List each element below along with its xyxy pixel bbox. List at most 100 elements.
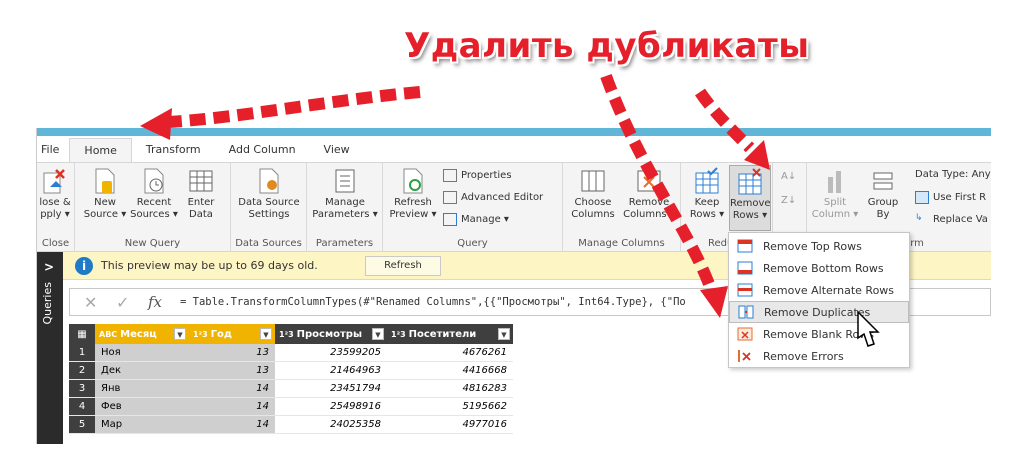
remove-bottom-rows-icon (737, 261, 753, 275)
confirm-icon[interactable]: ✓ (116, 293, 129, 312)
menu-remove-duplicates[interactable]: Remove Duplicates (729, 301, 909, 323)
remove-errors-icon (738, 350, 751, 362)
table-cell-views[interactable]: 24025358 (275, 416, 387, 434)
table-cell-year[interactable]: 14 (189, 416, 275, 434)
refresh-icon (403, 168, 423, 194)
info-refresh-button[interactable]: Refresh (365, 256, 441, 276)
enter-data-button[interactable]: Enter Data (181, 167, 221, 221)
data-source-label-1: Data Source (238, 197, 300, 208)
column-header-year[interactable]: 1²3 Год ▼ (189, 324, 275, 344)
type-text-icon: ABC (99, 329, 118, 339)
table-cell-visitors[interactable]: 4977016 (387, 416, 513, 434)
table-menu-icon[interactable]: ▦ (69, 324, 95, 344)
use-first-row-button[interactable]: Use First R (915, 191, 986, 204)
column-header-month-label: Месяц (120, 328, 157, 340)
filter-dropdown-icon[interactable]: ▼ (372, 328, 384, 340)
group-label-new-query: New Query (124, 238, 181, 249)
column-header-month[interactable]: ABC Месяц ▼ (95, 324, 189, 344)
manage-parameters-button[interactable]: Manage Parameters ▾ (311, 167, 379, 221)
group-label-manage-columns: Manage Columns (578, 238, 665, 249)
keep-rows-button[interactable]: Keep Rows ▾ (687, 167, 727, 221)
menu-remove-blank-rows[interactable]: Remove Blank Rows (729, 323, 909, 345)
cancel-icon[interactable]: ✕ (84, 293, 97, 312)
table-cell-month[interactable]: Дек (95, 362, 189, 380)
sort-descending-icon[interactable]: Z↓ (781, 195, 796, 206)
menu-label: Remove Blank Rows (763, 327, 874, 341)
formula-input[interactable]: = Table.TransformColumnTypes(#"Renamed C… (180, 296, 686, 308)
group-new-query: New Source ▾ Recent Sources ▾ Enter Data… (75, 163, 231, 251)
new-source-button[interactable]: New Source ▾ (83, 167, 127, 221)
table-cell-visitors[interactable]: 5195662 (387, 398, 513, 416)
remove-top-rows-icon (737, 239, 753, 253)
menu-remove-bottom-rows[interactable]: Remove Bottom Rows (729, 257, 909, 279)
filter-dropdown-icon[interactable]: ▼ (260, 328, 272, 340)
menu-label: Remove Bottom Rows (763, 261, 884, 275)
table-cell-views[interactable]: 23451794 (275, 380, 387, 398)
tab-transform[interactable]: Transform (132, 138, 215, 162)
info-text: This preview may be up to 69 days old. (101, 259, 318, 272)
split-column-button[interactable]: Split Column ▾ (811, 167, 859, 221)
group-by-button[interactable]: Group By (863, 167, 903, 221)
table-cell-month[interactable]: Мар (95, 416, 189, 434)
recent-sources-label-1: Recent (136, 197, 172, 208)
data-source-settings-button[interactable]: Data Source Settings (235, 167, 303, 221)
menu-label: Remove Alternate Rows (763, 283, 895, 297)
menu-label: Remove Top Rows (763, 239, 862, 253)
choose-columns-label-2: Columns (571, 209, 615, 220)
remove-blank-rows-icon (737, 327, 753, 341)
table-icon (189, 170, 213, 192)
manage-query-button[interactable]: Manage ▾ (443, 213, 509, 226)
filter-dropdown-icon[interactable]: ▼ (498, 328, 510, 340)
table-cell-views[interactable]: 21464963 (275, 362, 387, 380)
queries-panel[interactable]: > Queries (37, 252, 63, 444)
table-cell-year[interactable]: 14 (189, 398, 275, 416)
table-cell-month[interactable]: Фев (95, 398, 189, 416)
sort-ascending-icon[interactable]: A↓ (781, 171, 796, 182)
column-header-visitors[interactable]: 1²3 Посетители ▼ (387, 324, 513, 344)
table-cell-views[interactable]: 23599205 (275, 344, 387, 362)
remove-columns-button[interactable]: Remove Columns ▾ (621, 167, 677, 221)
group-by-icon (873, 172, 893, 190)
group-by-label-1: Group (867, 197, 899, 208)
tab-file[interactable]: File (37, 138, 70, 162)
tab-add-column[interactable]: Add Column (215, 138, 310, 162)
menu-remove-alternate-rows[interactable]: Remove Alternate Rows (729, 279, 909, 301)
menu-remove-top-rows[interactable]: Remove Top Rows (729, 235, 909, 257)
table-cell-year[interactable]: 13 (189, 344, 275, 362)
recent-sources-button[interactable]: Recent Sources ▾ (129, 167, 179, 221)
table-cell-visitors[interactable]: 4816283 (387, 380, 513, 398)
table-cell-month[interactable]: Ноя (95, 344, 189, 362)
table-cell-year[interactable]: 14 (189, 380, 275, 398)
use-first-row-icon (915, 191, 929, 204)
properties-button[interactable]: Properties (443, 169, 512, 182)
properties-label: Properties (461, 170, 512, 181)
close-apply-button[interactable]: lose & pply ▾ (37, 167, 73, 221)
table-cell-views[interactable]: 25498916 (275, 398, 387, 416)
replace-values-label: Replace Va (933, 214, 988, 225)
row-number: 2 (69, 362, 95, 380)
replace-values-button[interactable]: ↳ Replace Va (915, 213, 988, 226)
filter-dropdown-icon[interactable]: ▼ (174, 328, 186, 340)
data-type-dropdown[interactable]: Data Type: Any (915, 169, 991, 180)
group-parameters: Manage Parameters ▾ Parameters (307, 163, 383, 251)
refresh-preview-button[interactable]: Refresh Preview ▾ (389, 167, 437, 221)
properties-icon (443, 169, 457, 182)
table-cell-visitors[interactable]: 4416668 (387, 362, 513, 380)
table-cell-year[interactable]: 13 (189, 362, 275, 380)
remove-columns-label-2: Columns ▾ (623, 209, 675, 220)
manage-parameters-label-1: Manage (325, 197, 365, 208)
menu-remove-errors[interactable]: Remove Errors (729, 345, 909, 367)
split-label-2: Column ▾ (811, 209, 859, 220)
tab-view[interactable]: View (310, 138, 364, 162)
advanced-editor-button[interactable]: Advanced Editor (443, 191, 543, 204)
choose-columns-button[interactable]: Choose Columns (567, 167, 619, 221)
column-header-views[interactable]: 1²3 Просмотры ▼ (275, 324, 387, 344)
remove-rows-button[interactable]: Remove Rows ▾ (729, 165, 771, 231)
expand-chevron-icon[interactable]: > (44, 260, 54, 274)
table-cell-month[interactable]: Янв (95, 380, 189, 398)
screenshot-stage: File Home Transform Add Column View lose… (0, 0, 1018, 474)
table-cell-visitors[interactable]: 4676261 (387, 344, 513, 362)
row-number: 3 (69, 380, 95, 398)
data-source-settings-icon (259, 168, 279, 194)
tab-home[interactable]: Home (69, 138, 132, 162)
